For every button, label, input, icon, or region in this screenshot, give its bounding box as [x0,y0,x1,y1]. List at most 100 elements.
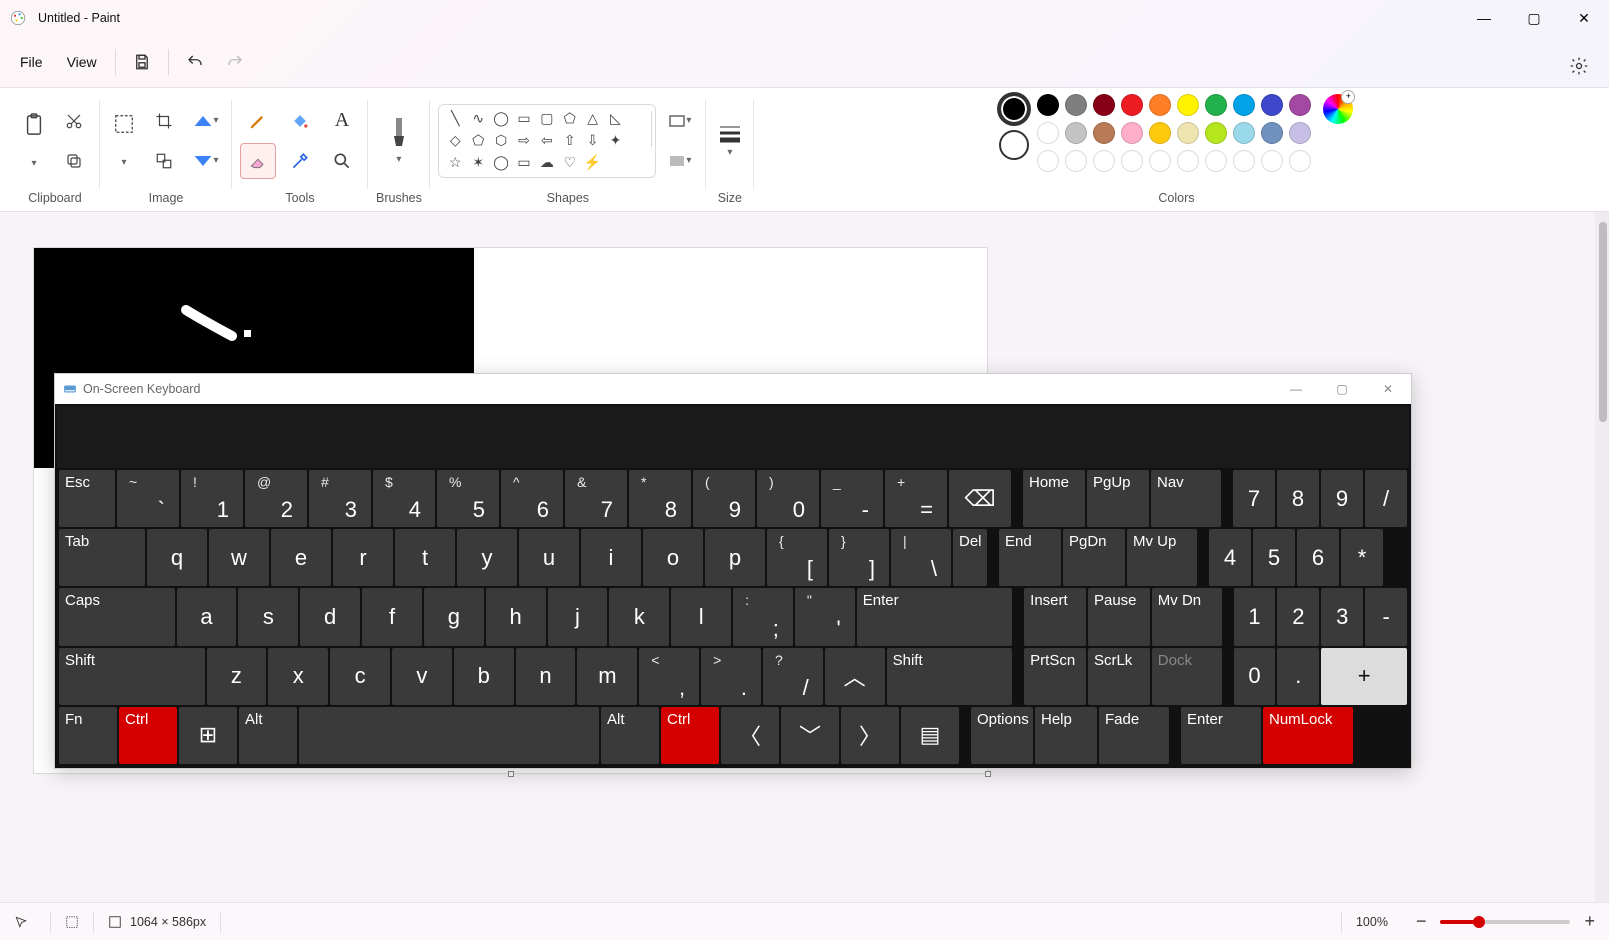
key-f[interactable]: f [362,588,422,645]
color-swatch[interactable] [1177,122,1199,144]
key-shift[interactable]: Shift [59,648,205,705]
undo-button[interactable] [175,42,215,82]
key-u[interactable]: u [519,529,579,586]
color-swatch[interactable] [1065,94,1087,116]
key-6[interactable]: ^6 [501,470,563,527]
color-swatch[interactable] [1037,94,1059,116]
shape-5star[interactable]: ☆ [445,153,466,173]
color-swatch[interactable] [1233,94,1255,116]
osk-maximize[interactable]: ▢ [1319,374,1365,404]
color-swatch[interactable] [1065,122,1087,144]
crop-button[interactable] [146,103,182,139]
key-del[interactable]: Del [953,529,987,586]
settings-button[interactable] [1559,46,1599,86]
key-esc[interactable]: Esc [59,470,115,527]
color-swatch-empty[interactable] [1093,150,1115,172]
key-8[interactable]: *8 [629,470,691,527]
shape-diamond[interactable]: ◇ [445,131,466,151]
key-2[interactable]: @2 [245,470,307,527]
key-n[interactable]: n [516,648,576,705]
maximize-button[interactable]: ▢ [1509,0,1559,36]
key-4[interactable]: $4 [373,470,435,527]
shape-callout-rect[interactable]: ▭ [514,153,535,173]
key-x[interactable]: x [268,648,328,705]
brush-button[interactable]: ▾ [383,113,415,169]
key-help[interactable]: Help [1035,707,1097,764]
key-e[interactable]: e [271,529,331,586]
color-swatch[interactable] [1289,122,1311,144]
shape-polygon[interactable]: ⬠ [559,109,580,129]
copy-button[interactable] [56,143,92,179]
key-[interactable]: ▤ [901,707,959,764]
key-a[interactable]: a [177,588,237,645]
key-t[interactable]: t [395,529,455,586]
minimize-button[interactable]: — [1459,0,1509,36]
key-[interactable]: . [1277,648,1319,705]
key-[interactable]: {[ [767,529,827,586]
key-w[interactable]: w [209,529,269,586]
key-5[interactable]: %5 [437,470,499,527]
flip-button[interactable]: ▾ [188,143,224,179]
color-swatch[interactable] [1121,122,1143,144]
resize-button[interactable] [146,143,182,179]
key-tab[interactable]: Tab [59,529,145,586]
rotate-button[interactable]: ▾ [188,103,224,139]
key-v[interactable]: v [392,648,452,705]
shape-cloud[interactable]: ☁ [536,153,557,173]
color-swatch[interactable] [1261,122,1283,144]
key-end[interactable]: End [999,529,1061,586]
key-[interactable]: :; [733,588,793,645]
key-7[interactable]: 7 [1233,470,1275,527]
shape-heart[interactable]: ♡ [559,153,580,173]
key-z[interactable]: z [207,648,267,705]
key-alt[interactable]: Alt [239,707,297,764]
key-[interactable]: |\ [891,529,951,586]
key-[interactable]: ︿ [825,648,885,705]
color-swatch[interactable] [1093,122,1115,144]
color-swatch-empty[interactable] [1121,150,1143,172]
select-button[interactable]: ▾ [108,103,140,179]
shape-arrow-left[interactable]: ⇦ [536,131,557,151]
shape-6star[interactable]: ✶ [468,153,489,173]
osk-titlebar[interactable]: On-Screen Keyboard [55,374,1411,404]
key-fn[interactable]: Fn [59,707,117,764]
key-insert[interactable]: Insert [1024,588,1086,645]
key-[interactable]: += [885,470,947,527]
key-[interactable]: <, [639,648,699,705]
key-1[interactable]: !1 [181,470,243,527]
color-swatch[interactable] [1205,94,1227,116]
color-swatch[interactable] [1233,122,1255,144]
color-swatch-empty[interactable] [1065,150,1087,172]
key-l[interactable]: l [671,588,731,645]
text-tool[interactable]: A [324,103,360,139]
shape-pentagon[interactable]: ⬠ [468,131,489,151]
color-swatch-empty[interactable] [1149,150,1171,172]
shape-outline-button[interactable]: ▾ [662,103,698,139]
key-[interactable]: _- [821,470,883,527]
key-mvup[interactable]: Mv Up [1127,529,1197,586]
key-pause[interactable]: Pause [1088,588,1150,645]
zoom-in-button[interactable]: + [1584,911,1595,932]
shape-arrow-right[interactable]: ⇨ [514,131,535,151]
key-s[interactable]: s [238,588,298,645]
shape-4star[interactable]: ✦ [605,131,626,151]
save-button[interactable] [122,42,162,82]
magnifier-tool[interactable] [324,143,360,179]
fill-tool[interactable] [282,103,318,139]
key-enter[interactable]: Enter [857,588,1012,645]
shape-callout-round[interactable]: ◯ [491,153,512,173]
zoom-slider-thumb[interactable] [1473,916,1485,928]
key-[interactable]: 〈 [721,707,779,764]
zoom-slider[interactable] [1440,920,1570,924]
key-3[interactable]: #3 [309,470,371,527]
key-r[interactable]: r [333,529,393,586]
color-swatch-empty[interactable] [1233,150,1255,172]
shape-hexagon[interactable]: ⬡ [491,131,512,151]
shape-triangle[interactable]: △ [582,109,603,129]
key-[interactable]: ⊞ [179,707,237,764]
color-swatch-empty[interactable] [1037,150,1059,172]
key-[interactable]: / [1365,470,1407,527]
key-g[interactable]: g [424,588,484,645]
key-7[interactable]: &7 [565,470,627,527]
shape-rect[interactable]: ▭ [514,109,535,129]
